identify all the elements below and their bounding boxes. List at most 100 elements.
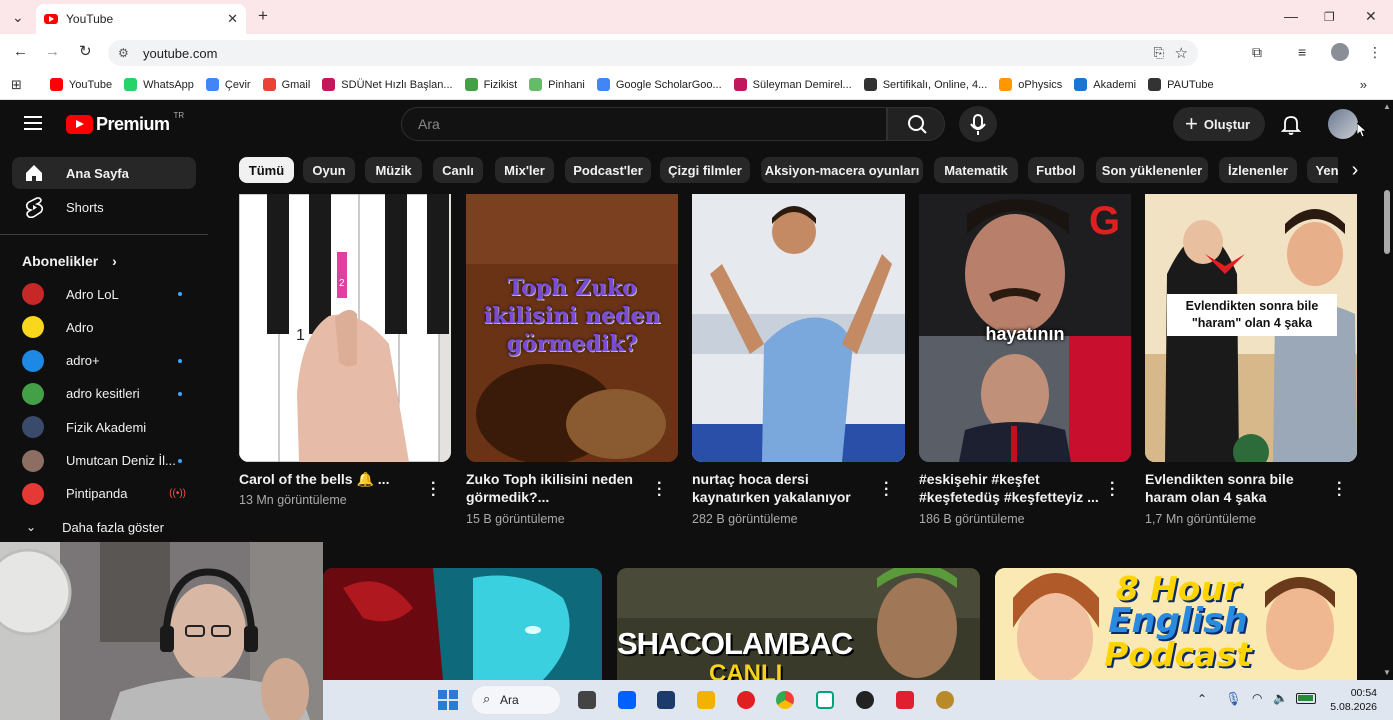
chips-next-arrow-icon[interactable]: › (1338, 156, 1372, 184)
bookmark-item[interactable]: Süleyman Demirel... (733, 78, 852, 91)
page-scrollbar[interactable]: ▲ ▼ (1381, 100, 1393, 680)
address-bar[interactable]: ⚙ youtube.com ☆ ⎘ (108, 40, 1198, 66)
back-icon[interactable]: ← (13, 44, 28, 59)
scroll-up-icon[interactable]: ▲ (1383, 102, 1391, 111)
video-more-actions-icon[interactable]: · · · (431, 476, 436, 504)
filter-chip[interactable]: Son yüklenenler (1096, 157, 1208, 183)
forward-icon[interactable]: → (45, 44, 60, 59)
media-control-icon[interactable]: ≡ (1298, 45, 1306, 59)
restore-icon[interactable]: ❐ (1324, 10, 1335, 24)
app-icon[interactable] (896, 691, 914, 709)
bookmark-item[interactable]: PAUTube (1148, 78, 1214, 91)
video-title[interactable]: Evlendikten sonra bile haram olan 4 şaka (1145, 470, 1320, 506)
site-info-icon[interactable]: ⚙ (118, 46, 129, 60)
volume-icon[interactable]: 🔈 (1273, 691, 1288, 705)
bookmark-item[interactable]: Google ScholarGoo... (596, 78, 722, 91)
wifi-icon[interactable]: ◠ (1252, 691, 1262, 705)
tray-overflow-icon[interactable]: ⌃ (1197, 692, 1207, 706)
video-thumbnail[interactable]: 8 Hour English Podcast (995, 568, 1357, 680)
app-icon[interactable] (657, 691, 675, 709)
video-thumbnail[interactable] (692, 194, 905, 462)
battery-icon[interactable] (1296, 693, 1316, 704)
subscription-item[interactable]: Adro (12, 311, 196, 343)
voice-search-button[interactable] (959, 106, 997, 142)
filter-chip[interactable]: İzlenenler (1219, 157, 1297, 183)
bookmark-star-icon[interactable]: ☆ (1175, 44, 1188, 62)
search-input[interactable]: Ara (401, 107, 887, 141)
filter-chip[interactable]: Canlı (433, 157, 483, 183)
video-thumbnail[interactable]: Evlendikten sonra bile "haram" olan 4 şa… (1145, 194, 1357, 462)
video-thumbnail[interactable]: SHACOLAMBAC CANLI (617, 568, 980, 680)
close-window-icon[interactable]: ✕ (1365, 9, 1377, 23)
video-more-actions-icon[interactable]: · · · (884, 476, 889, 504)
video-more-actions-icon[interactable]: · · · (657, 476, 662, 504)
profile-avatar[interactable] (1331, 43, 1349, 61)
filter-chip[interactable]: Oyun (303, 157, 355, 183)
windows-start-icon[interactable] (438, 690, 458, 710)
subscriptions-heading[interactable]: Abonelikler › (22, 253, 117, 269)
bookmark-item[interactable]: Fizikist (464, 78, 517, 91)
chrome-menu-icon[interactable]: ⋮ (1368, 45, 1382, 59)
more-bookmarks-icon[interactable]: » (1360, 77, 1367, 92)
video-thumbnail[interactable]: 2 1 (239, 194, 451, 462)
video-title[interactable]: Carol of the bells 🔔 ... (239, 470, 419, 488)
obs-icon[interactable] (856, 691, 874, 709)
extensions-icon[interactable]: ⧉ (1252, 45, 1262, 59)
app-icon[interactable] (816, 691, 834, 709)
filter-chip[interactable]: Çizgi filmler (660, 157, 750, 183)
chrome-icon[interactable] (776, 691, 794, 709)
taskbar-clock[interactable]: 00:54 5.08.2026 (1327, 686, 1377, 714)
bookmark-item[interactable]: Çevir (205, 78, 251, 91)
show-more-button[interactable]: ⌄ Daha fazla göster (12, 511, 196, 543)
video-title[interactable]: Zuko Toph ikilisini neden görmedik?... (466, 470, 641, 506)
scroll-down-icon[interactable]: ▼ (1383, 668, 1391, 677)
close-tab-icon[interactable]: ✕ (227, 11, 238, 27)
video-title[interactable]: nurtaç hoca dersi kaynatırken yakalanıyo… (692, 470, 867, 506)
tab-search-chevron-icon[interactable]: ⌄ (12, 10, 24, 24)
video-thumbnail[interactable]: G hayatının (919, 194, 1131, 462)
hamburger-menu-icon[interactable] (24, 116, 42, 130)
video-title[interactable]: #eskişehir #keşfet #keşfetedüş #keşfette… (919, 470, 1104, 506)
league-of-legends-icon[interactable] (936, 691, 954, 709)
create-button[interactable]: + Oluştur (1173, 107, 1265, 141)
cast-icon[interactable]: ⎘ (1154, 45, 1164, 61)
subscription-item[interactable]: Adro LoL (12, 278, 196, 310)
bookmark-item[interactable]: YouTube (49, 78, 112, 91)
subscription-item[interactable]: adro+ (12, 345, 196, 377)
bookmark-item[interactable]: SDÜNet Hızlı Başlan... (322, 78, 453, 91)
video-thumbnail[interactable]: Toph Zuko ikilisini neden görmedik? (466, 194, 678, 462)
bookmark-item[interactable]: Sertifikalı, Online, 4... (863, 78, 987, 91)
subscription-item[interactable]: Fizik Akademi (12, 411, 196, 443)
tab-youtube[interactable]: YouTube ✕ (36, 4, 246, 34)
reload-icon[interactable]: ↻ (79, 44, 92, 59)
bookmark-item[interactable]: Akademi (1074, 78, 1136, 91)
filter-chip[interactable]: Müzik (365, 157, 422, 183)
filter-chip[interactable]: Matematik (934, 157, 1018, 183)
video-more-actions-icon[interactable]: · · · (1337, 476, 1342, 504)
filter-chip[interactable]: Tümü (239, 157, 294, 183)
minimize-icon[interactable]: — (1284, 9, 1298, 23)
dropbox-icon[interactable] (618, 691, 636, 709)
filter-chip[interactable]: Aksiyon-macera oyunları (761, 157, 923, 183)
account-avatar[interactable] (1328, 109, 1358, 139)
subscription-item[interactable]: adro kesitleri (12, 378, 196, 410)
video-thumbnail[interactable] (323, 568, 602, 680)
subscription-item[interactable]: Umutcan Deniz İl... (12, 445, 196, 477)
subscription-item[interactable]: Pintipanda ((•)) (12, 478, 196, 510)
task-view-icon[interactable] (578, 691, 596, 709)
filter-chip[interactable]: Mix'ler (495, 157, 554, 183)
bookmark-item[interactable]: Pinhani (529, 78, 585, 91)
filter-chip[interactable]: Futbol (1028, 157, 1084, 183)
taskbar-search[interactable]: ⌕ Ara (472, 686, 560, 714)
filter-chip[interactable]: Podcast'ler (565, 157, 651, 183)
youtube-premium-logo[interactable]: Premium TR (66, 111, 184, 135)
new-tab-icon[interactable]: + (258, 7, 268, 24)
bookmark-item[interactable]: oPhysics (999, 78, 1062, 91)
search-button[interactable] (887, 107, 945, 141)
youtube-music-icon[interactable] (737, 691, 755, 709)
scrollbar-thumb[interactable] (1384, 190, 1390, 254)
notifications-bell-icon[interactable] (1280, 113, 1302, 135)
bookmark-item[interactable]: Gmail (262, 78, 310, 91)
microphone-tray-icon[interactable]: 🎙 (1225, 691, 1242, 707)
bookmark-item[interactable]: WhatsApp (124, 78, 194, 91)
